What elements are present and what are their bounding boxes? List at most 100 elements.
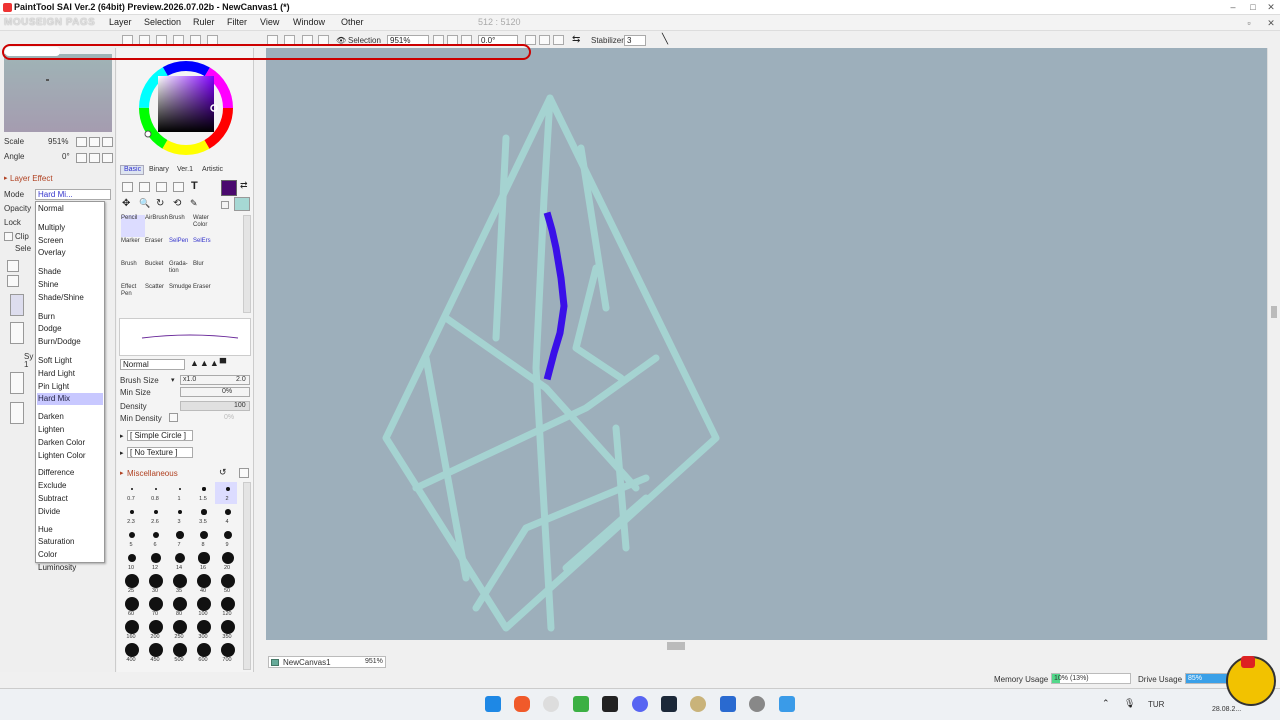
hand-icon[interactable] <box>173 182 184 192</box>
menu-filter[interactable]: Filter <box>227 17 247 27</box>
brush-size-dot[interactable] <box>149 620 163 634</box>
rotate-cw-icon[interactable] <box>89 153 100 163</box>
min-density-checkbox[interactable] <box>169 413 178 422</box>
primary-color-swatch[interactable] <box>221 180 237 196</box>
brush-size-dot[interactable] <box>129 509 135 515</box>
blend-mode-option[interactable]: Darken <box>37 411 103 423</box>
brush-size-dot[interactable] <box>221 597 235 611</box>
swap-colors-icon[interactable]: ⇄ <box>240 180 248 191</box>
tool-preset[interactable]: Marker <box>121 238 145 260</box>
navigator-thumb[interactable] <box>5 47 60 56</box>
blend-mode-option[interactable]: Lighten <box>37 424 103 436</box>
eyedropper-icon[interactable]: ✎ <box>190 198 198 209</box>
brush-size-dot[interactable] <box>221 574 235 588</box>
menu-view[interactable]: View <box>260 17 279 27</box>
blend-mode-option[interactable]: Hard Light <box>37 368 103 380</box>
brush-size-dot[interactable] <box>174 552 186 564</box>
rotate-left-icon[interactable] <box>525 35 536 45</box>
rotate-ccw-icon[interactable] <box>76 153 87 163</box>
size-mult-arrow-icon[interactable]: ▾ <box>171 376 175 384</box>
sai-taskbar-icon[interactable] <box>720 696 736 712</box>
brush-size-dot[interactable] <box>201 509 207 515</box>
brush-size-dot[interactable] <box>200 531 208 539</box>
rotate-zero-icon[interactable] <box>102 153 113 163</box>
blend-mode-option[interactable]: Soft Light <box>37 355 103 367</box>
close-icon[interactable]: ✕ <box>1264 1 1278 13</box>
settings-icon[interactable] <box>749 696 765 712</box>
tool-preset[interactable]: Scatter <box>145 284 169 306</box>
brush-shape-icons[interactable]: ▲▲▲▀ <box>190 358 227 368</box>
language-indicator[interactable]: TUR <box>1148 700 1164 709</box>
app-gold-icon[interactable] <box>690 696 706 712</box>
blend-mode-option[interactable]: Pin Light <box>37 381 103 393</box>
brush-size-dot[interactable] <box>130 487 134 491</box>
brush-size-dot[interactable] <box>176 531 184 539</box>
inner-close-icon[interactable]: ✕ <box>1264 17 1278 29</box>
discord-icon[interactable] <box>632 696 648 712</box>
mic-icon[interactable]: 🎙 <box>1124 698 1135 709</box>
rotate-view-icon[interactable]: ⟲ <box>173 198 181 209</box>
tool-preset[interactable]: Bucket <box>145 261 169 283</box>
brush-size-dot[interactable] <box>197 597 211 611</box>
zoom-icon[interactable]: 🔍 <box>139 198 150 209</box>
brush-size-dot[interactable] <box>202 487 206 491</box>
blend-mode-option[interactable]: Difference <box>37 467 103 479</box>
blend-mode-option[interactable]: Hue <box>37 524 103 536</box>
app-blue-icon[interactable] <box>779 696 795 712</box>
texture-arrow-icon[interactable]: ▸ <box>120 449 124 457</box>
brush-size-dot[interactable] <box>154 487 158 491</box>
menu-ruler[interactable]: Ruler <box>193 17 215 27</box>
reset-brush-icon[interactable]: ↺ <box>219 467 227 478</box>
horizontal-scroll-thumb[interactable] <box>667 642 685 650</box>
brush-size-dot[interactable] <box>125 574 139 588</box>
brush-texture-select[interactable]: [ No Texture ] <box>127 447 193 458</box>
brush-size-dot[interactable] <box>125 643 139 657</box>
inner-minimize-icon[interactable]: ▫ <box>1242 17 1256 29</box>
blend-mode-option[interactable]: Normal <box>37 203 103 215</box>
blend-mode-option[interactable]: Overlay <box>37 247 103 259</box>
layer-row-3[interactable] <box>10 372 24 394</box>
clip-checkbox[interactable] <box>4 232 13 241</box>
tool-preset[interactable]: SelErs <box>193 238 217 260</box>
brush-size-dot[interactable] <box>223 530 233 540</box>
tool-preset[interactable]: Effect Pen <box>121 284 145 306</box>
new-layer-icon[interactable] <box>7 260 19 272</box>
move-icon[interactable]: ✥ <box>122 198 130 209</box>
blend-mode-option[interactable]: Shade/Shine <box>37 292 103 304</box>
brush-size-dot[interactable] <box>127 553 137 563</box>
tool-preset[interactable]: Water Color <box>193 215 217 237</box>
blend-mode-option[interactable]: Shine <box>37 279 103 291</box>
start-icon[interactable] <box>485 696 501 712</box>
menu-other[interactable]: Other <box>341 17 364 27</box>
brush-size-dot[interactable] <box>221 620 235 634</box>
tool-grid-scrollbar[interactable] <box>243 215 251 313</box>
misc-label[interactable]: Miscellaneous <box>127 469 178 478</box>
tool-preset[interactable]: AirBrush <box>145 215 169 237</box>
layer-row-2[interactable] <box>10 322 24 344</box>
blend-mode-option[interactable]: Burn/Dodge <box>37 336 103 348</box>
layer-eye-icon[interactable] <box>7 275 19 287</box>
tool-preset[interactable]: Smudge <box>169 284 193 306</box>
brush-size-dot[interactable] <box>153 509 159 515</box>
scale-plus-icon[interactable] <box>89 137 100 147</box>
minimize-icon[interactable]: – <box>1226 1 1240 13</box>
ruler-line-icon[interactable]: ╲ <box>662 34 668 45</box>
brush-size-dot[interactable] <box>125 597 139 611</box>
brush-size-dot[interactable] <box>152 531 160 539</box>
tool-preset[interactable]: Brush <box>121 261 145 283</box>
brush-size-dot[interactable] <box>173 597 187 611</box>
brush-size-dot[interactable] <box>149 574 163 588</box>
brush-size-dot[interactable] <box>221 643 235 657</box>
brush-size-dot[interactable] <box>149 597 163 611</box>
tool-preset[interactable]: Brush <box>169 215 193 237</box>
misc-arrow-icon[interactable]: ▸ <box>120 469 124 477</box>
brush-size-dot[interactable] <box>225 509 231 515</box>
menu-layer[interactable]: Layer <box>109 17 132 27</box>
brush-size-dot[interactable] <box>197 620 211 634</box>
brush-size-dot[interactable] <box>128 531 136 539</box>
blend-mode-option[interactable]: Hard Mix <box>37 393 103 406</box>
blend-mode-option[interactable]: Subtract <box>37 493 103 505</box>
chrome-icon[interactable] <box>543 696 559 712</box>
rotate-reset-icon[interactable] <box>553 35 564 45</box>
canvas[interactable] <box>266 48 1267 640</box>
